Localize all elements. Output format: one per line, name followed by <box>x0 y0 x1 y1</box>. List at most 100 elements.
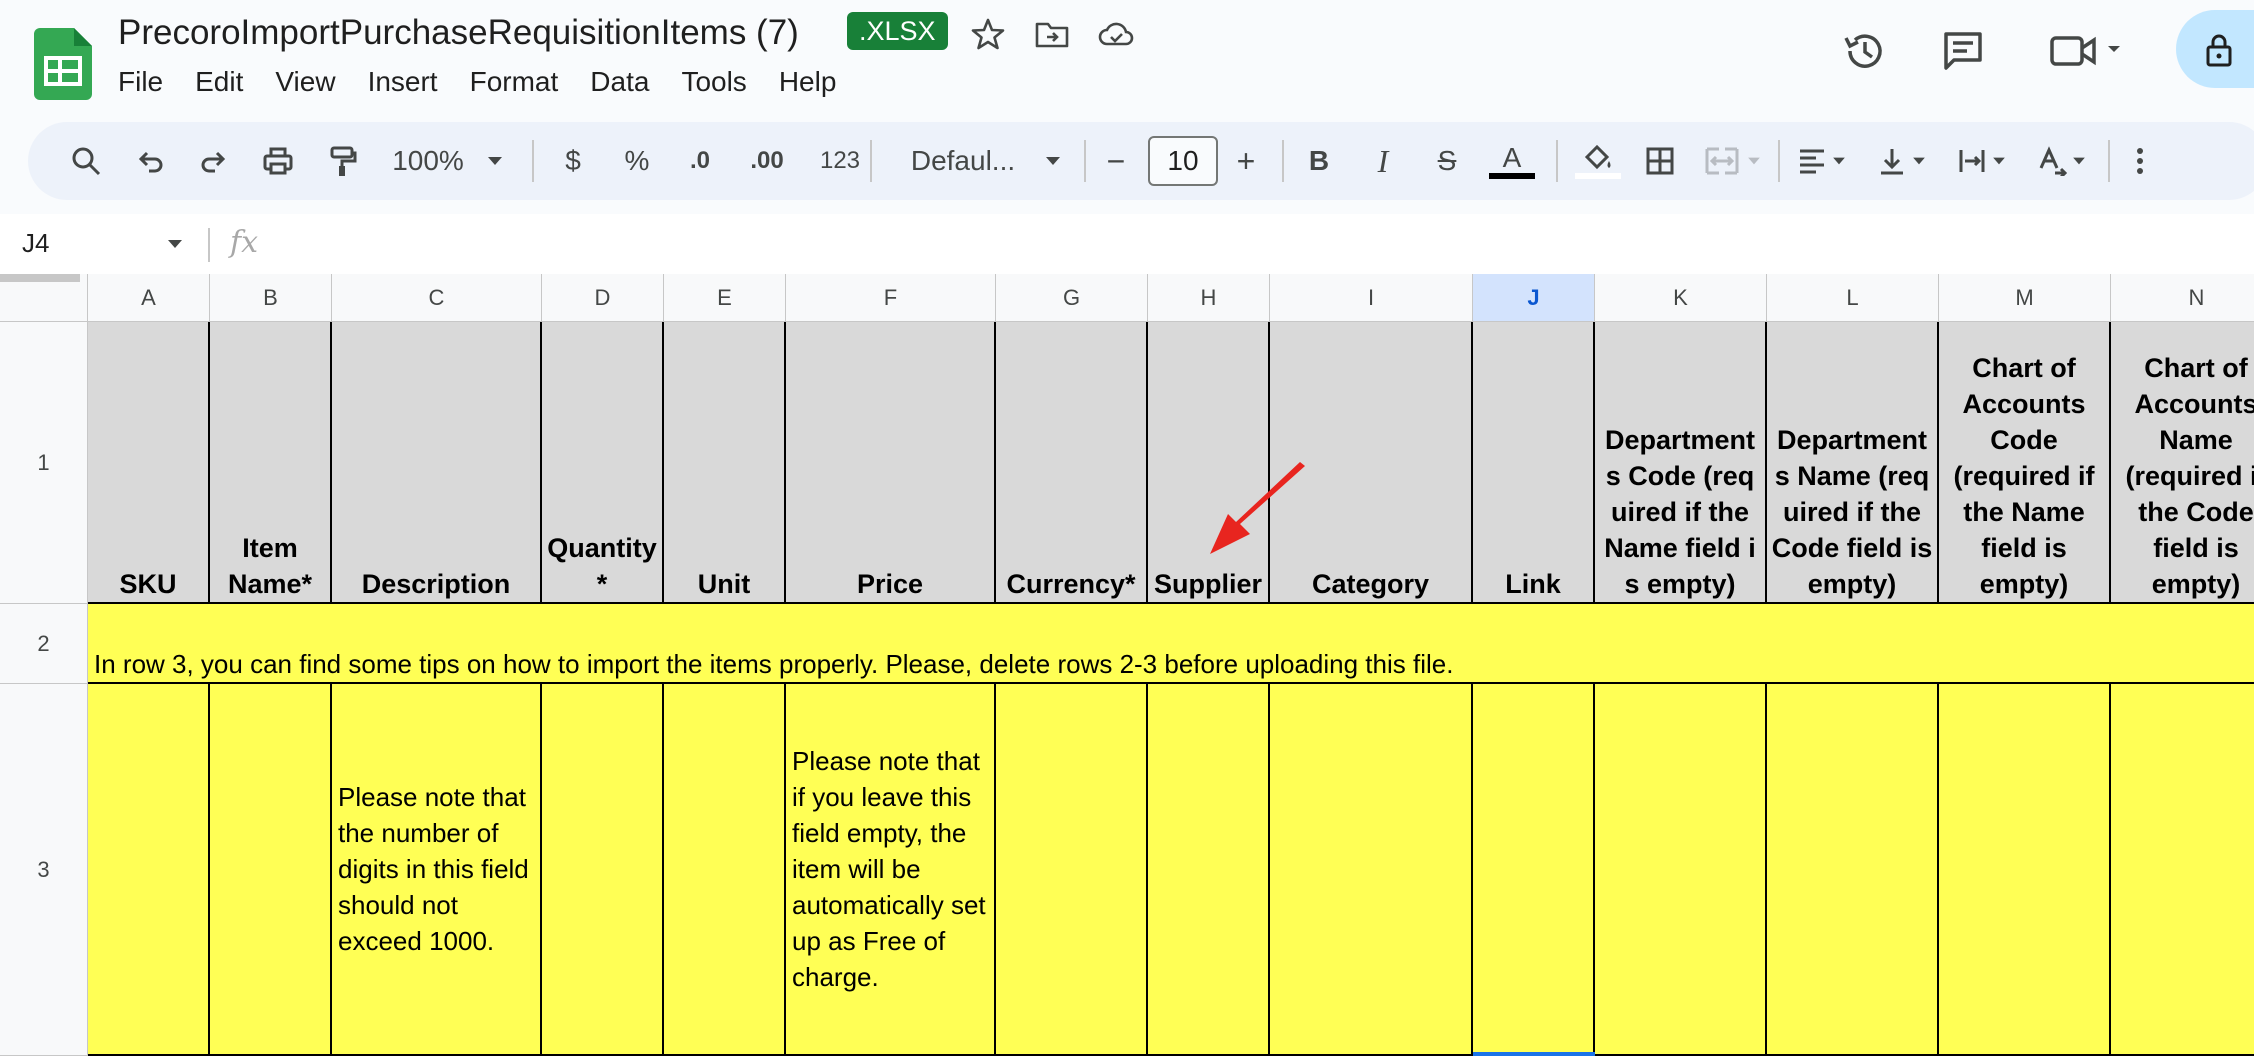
font-family-dropdown[interactable] <box>1038 122 1068 200</box>
cell-l3[interactable] <box>1767 684 1939 1056</box>
header-cell-item-name[interactable]: Item Name* <box>210 322 332 604</box>
header-cell-description[interactable]: Description <box>332 322 542 604</box>
column-header-g[interactable]: G <box>996 274 1148 322</box>
print-button[interactable] <box>256 122 300 200</box>
toolbar-divider <box>870 140 872 182</box>
column-header-m[interactable]: M <box>1939 274 2111 322</box>
column-header-e[interactable]: E <box>664 274 786 322</box>
cell-i3[interactable] <box>1270 684 1473 1056</box>
header-cell-coa-code[interactable]: Chart of Accounts Code (required if the … <box>1939 322 2111 604</box>
row-header-2[interactable]: 2 <box>0 604 88 684</box>
horizontal-align-button[interactable] <box>1790 122 1854 200</box>
menu-tools[interactable]: Tools <box>681 62 746 102</box>
sheets-logo-icon[interactable] <box>34 28 92 100</box>
font-size-input[interactable]: 10 <box>1148 136 1218 186</box>
column-header-i[interactable]: I <box>1270 274 1473 322</box>
column-header-k[interactable]: K <box>1595 274 1767 322</box>
merge-cells-button[interactable] <box>1700 122 1766 200</box>
header-cell-departments-name[interactable]: Departments Name (required if the Code f… <box>1767 322 1939 604</box>
header-cell-sku[interactable]: SKU <box>88 322 210 604</box>
row2-notice-cell[interactable]: In row 3, you can find some tips on how … <box>88 604 2254 684</box>
fill-color-button[interactable] <box>1570 122 1626 200</box>
cell-n3[interactable] <box>2111 684 2254 1056</box>
cell-d3[interactable] <box>542 684 664 1056</box>
column-header-j[interactable]: J <box>1473 274 1595 322</box>
zoom-select[interactable]: 100% <box>388 122 468 200</box>
header-cell-currency[interactable]: Currency* <box>996 322 1148 604</box>
header-cell-unit[interactable]: Unit <box>664 322 786 604</box>
more-options-button[interactable] <box>2120 122 2160 200</box>
currency-format-button[interactable]: $ <box>548 122 598 200</box>
file-type-badge[interactable]: .XLSX <box>847 12 948 50</box>
name-box[interactable]: J4 <box>22 214 49 272</box>
font-family-select[interactable]: Defaul... <box>888 122 1038 200</box>
cell-k3[interactable] <box>1595 684 1767 1056</box>
row-header-3[interactable]: 3 <box>0 684 88 1056</box>
cell-c3[interactable]: Please note that the number of digits in… <box>332 684 542 1056</box>
chevron-down-icon <box>2073 157 2085 165</box>
cell-h3[interactable] <box>1148 684 1270 1056</box>
italic-button[interactable]: I <box>1358 122 1408 200</box>
cell-e3[interactable] <box>664 684 786 1056</box>
column-header-b[interactable]: B <box>210 274 332 322</box>
cloud-saved-icon[interactable] <box>1096 14 1136 54</box>
column-header-d[interactable]: D <box>542 274 664 322</box>
document-title[interactable]: PrecoroImportPurchaseRequisitionItems (7… <box>118 10 799 56</box>
text-rotation-button[interactable] <box>2030 122 2094 200</box>
column-header-c[interactable]: C <box>332 274 542 322</box>
column-header-h[interactable]: H <box>1148 274 1270 322</box>
decrease-decimal-button[interactable]: .0 <box>672 122 728 200</box>
meet-icon[interactable] <box>2046 24 2126 78</box>
menu-insert[interactable]: Insert <box>368 62 438 102</box>
column-header-l[interactable]: L <box>1767 274 1939 322</box>
menu-format[interactable]: Format <box>470 62 559 102</box>
menu-file[interactable]: File <box>118 62 163 102</box>
text-color-button[interactable]: A <box>1484 122 1540 200</box>
undo-button[interactable] <box>128 122 172 200</box>
header-cell-quantity[interactable]: Quantity * <box>542 322 664 604</box>
text-wrapping-button[interactable] <box>1950 122 2014 200</box>
percent-format-button[interactable]: % <box>612 122 662 200</box>
column-header-n[interactable]: N <box>2111 274 2254 322</box>
vertical-align-button[interactable] <box>1870 122 1934 200</box>
borders-button[interactable] <box>1638 122 1682 200</box>
cell-a3[interactable] <box>88 684 210 1056</box>
decrease-font-size-button[interactable]: − <box>1094 122 1138 200</box>
search-menus-button[interactable] <box>64 122 108 200</box>
toolbar-divider <box>1282 140 1284 182</box>
redo-button[interactable] <box>192 122 236 200</box>
bold-button[interactable]: B <box>1294 122 1344 200</box>
increase-decimal-button[interactable]: .00 <box>736 122 798 200</box>
share-button[interactable] <box>2176 10 2254 88</box>
star-icon[interactable] <box>968 14 1008 54</box>
cell-j3[interactable] <box>1473 684 1595 1056</box>
frozen-rows-handle[interactable] <box>0 274 80 282</box>
menu-data[interactable]: Data <box>590 62 649 102</box>
header-cell-departments-code[interactable]: Departments Code (required if the Name f… <box>1595 322 1767 604</box>
paint-format-icon <box>330 146 357 176</box>
zoom-dropdown[interactable] <box>480 122 510 200</box>
menu-edit[interactable]: Edit <box>195 62 243 102</box>
toolbar-divider <box>2108 140 2110 182</box>
menu-view[interactable]: View <box>275 62 335 102</box>
chevron-down-icon[interactable] <box>166 238 184 250</box>
formula-input[interactable] <box>260 218 2250 268</box>
row-header-1[interactable]: 1 <box>0 322 88 604</box>
menu-help[interactable]: Help <box>779 62 837 102</box>
version-history-icon[interactable] <box>1838 24 1892 78</box>
header-cell-price[interactable]: Price <box>786 322 996 604</box>
cell-f3[interactable]: Please note that if you leave this field… <box>786 684 996 1056</box>
column-header-f[interactable]: F <box>786 274 996 322</box>
header-cell-coa-name[interactable]: Chart of Accounts Name (required if the … <box>2111 322 2254 604</box>
increase-font-size-button[interactable]: + <box>1224 122 1268 200</box>
strikethrough-button[interactable]: S <box>1422 122 1472 200</box>
comments-icon[interactable] <box>1936 24 1990 78</box>
paint-format-button[interactable] <box>320 122 364 200</box>
more-formats-button[interactable]: 123 <box>808 122 872 200</box>
cell-m3[interactable] <box>1939 684 2111 1056</box>
column-header-a[interactable]: A <box>88 274 210 322</box>
move-to-folder-icon[interactable] <box>1032 14 1072 54</box>
cell-b3[interactable] <box>210 684 332 1056</box>
cell-g3[interactable] <box>996 684 1148 1056</box>
header-cell-link[interactable]: Link <box>1473 322 1595 604</box>
